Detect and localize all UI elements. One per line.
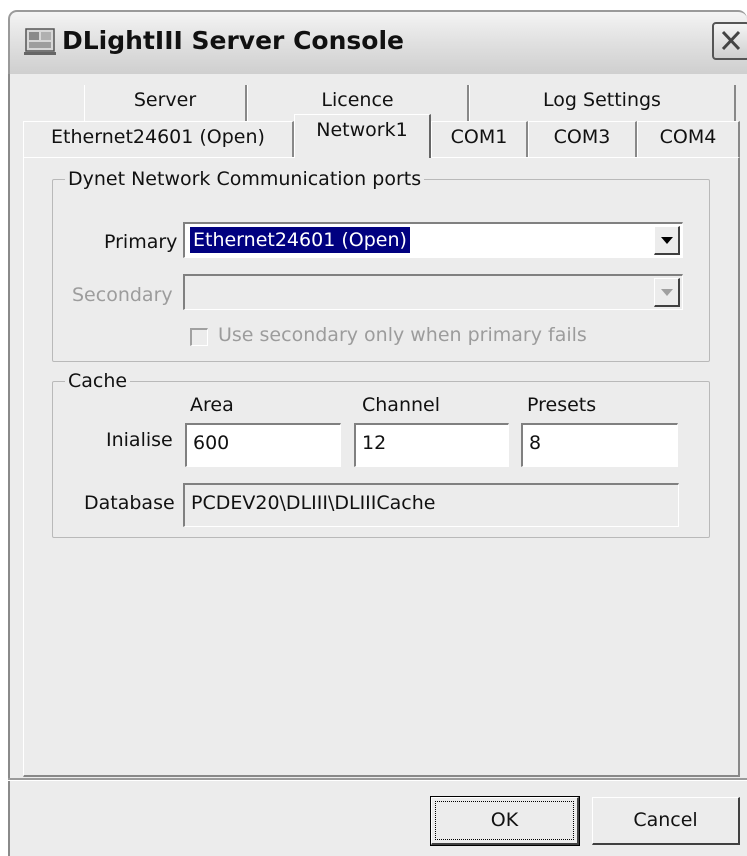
tab-label: COM3 (553, 126, 611, 148)
presets-column-label: Presets (527, 394, 597, 416)
primary-port-value: Ethernet24601 (Open) (190, 227, 410, 253)
primary-dropdown-button[interactable] (654, 226, 680, 255)
secondary-dropdown-button[interactable] (654, 278, 680, 307)
area-input[interactable]: 600 (185, 423, 341, 467)
chevron-down-icon (661, 289, 673, 296)
tab-label: Network1 (316, 119, 408, 141)
channel-column-label: Channel (362, 394, 441, 416)
tab-com3[interactable]: COM3 (528, 121, 637, 157)
tab-com1[interactable]: COM1 (431, 121, 528, 157)
tab-server[interactable]: Server (84, 85, 247, 121)
database-path-field: PCDEV20\DLIII\DLIIICache (183, 483, 679, 527)
use-secondary-label: Use secondary only when primary fails (218, 324, 587, 346)
window-title: DLightIII Server Console (62, 26, 404, 55)
cancel-button[interactable]: Cancel (592, 797, 740, 845)
database-label: Database (84, 492, 175, 514)
presets-input[interactable]: 8 (521, 423, 678, 467)
close-button[interactable] (712, 22, 747, 60)
tab-ethernet24601[interactable]: Ethernet24601 (Open) (23, 121, 294, 157)
tab-label: COM1 (450, 126, 508, 148)
tab-label: Licence (321, 89, 394, 111)
primary-label: Primary (104, 231, 178, 253)
server-console-icon (24, 28, 56, 55)
tab-label: COM4 (659, 126, 717, 148)
dynet-group-legend: Dynet Network Communication ports (68, 168, 422, 190)
tab-com4[interactable]: COM4 (637, 121, 740, 157)
tab-label: Log Settings (543, 89, 661, 111)
dialog-window: DLightIII Server Console Server Licence … (0, 0, 747, 856)
chevron-down-icon (661, 237, 673, 244)
close-icon (721, 30, 741, 51)
tab-label: Server (133, 89, 197, 111)
ok-button[interactable]: OK (430, 796, 580, 846)
area-column-label: Area (190, 394, 234, 416)
tab-label: Ethernet24601 (Open) (51, 126, 265, 148)
tab-log-settings[interactable]: Log Settings (469, 85, 736, 121)
secondary-label: Secondary (72, 284, 173, 306)
channel-input[interactable]: 12 (354, 423, 509, 467)
cache-group-legend: Cache (68, 370, 128, 392)
secondary-port-select[interactable] (183, 274, 683, 310)
button-separator-highlight (8, 780, 747, 781)
tab-network1[interactable]: Network1 (294, 114, 431, 158)
initialise-label: Inialise (106, 429, 173, 451)
primary-port-select[interactable]: Ethernet24601 (Open) (183, 222, 683, 258)
use-secondary-checkbox[interactable] (190, 328, 208, 346)
title-bar[interactable]: DLightIII Server Console (8, 10, 747, 74)
